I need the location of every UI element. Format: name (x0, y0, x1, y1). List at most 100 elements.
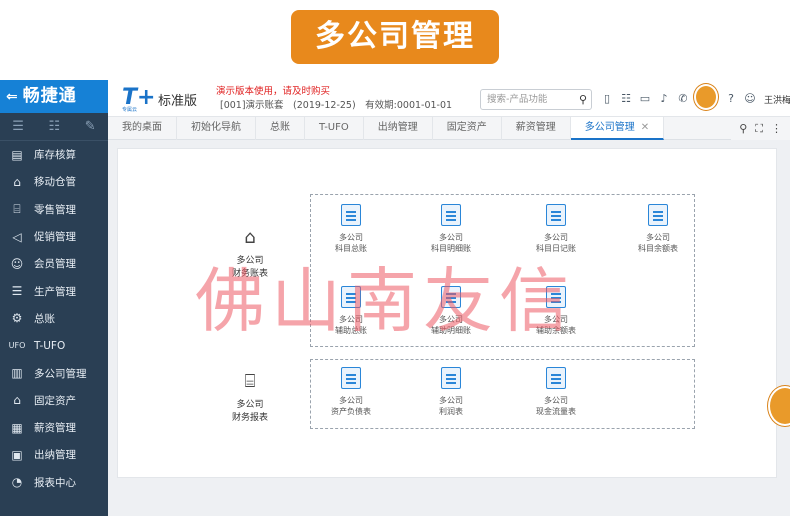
tile-line1: 多公司 (339, 396, 363, 405)
demo-warning[interactable]: 演示版本使用，请及时购买 (216, 83, 330, 97)
tile-line1: 多公司 (544, 315, 568, 324)
screen-icon[interactable]: ▭ (638, 91, 652, 105)
search-icon[interactable]: ⚲ (579, 90, 587, 109)
back-arrow-icon[interactable]: ⇐ (6, 89, 19, 105)
tab-my-desktop[interactable]: 我的桌面 (108, 117, 177, 140)
group-financial-books: ⌂ 多公司 财务账表 (222, 227, 278, 281)
tile-line1: 多公司 (339, 233, 363, 242)
aux-detail-icon (441, 286, 461, 308)
sidebar-item-label: 生产管理 (34, 285, 76, 298)
fixed-asset-icon: ⌂ (13, 393, 21, 408)
sidebar-item-general-ledger[interactable]: ⚙ 总账 (0, 305, 108, 332)
tile-line1: 多公司 (339, 315, 363, 324)
report-center-icon: ◔ (11, 475, 23, 490)
salary-icon: ▦ (11, 420, 23, 435)
retail-icon: ⌸ (13, 201, 21, 216)
tile-balance-sheet[interactable]: 多公司 资产负债表 (311, 367, 391, 417)
tile-subject-balance[interactable]: 多公司 科目余额表 (618, 204, 698, 254)
brand-bar[interactable]: ⇐ 畅捷通 (0, 80, 108, 113)
calculator-icon[interactable]: ▯ (600, 91, 614, 105)
tile-line2: 辅助余额表 (536, 326, 576, 335)
sidebar-item-multi-company[interactable]: ▥ 多公司管理 (0, 359, 108, 386)
ledger-icon: ⚙ (11, 311, 23, 326)
search-input[interactable]: 搜索-产品功能 ⚲ (480, 89, 592, 110)
tile-line1: 多公司 (439, 315, 463, 324)
phone-icon[interactable]: ✆ (676, 91, 690, 105)
close-icon[interactable]: ✕ (641, 122, 649, 133)
tile-subject-journal[interactable]: 多公司 科目日记账 (516, 204, 596, 254)
tab-t-ufo[interactable]: T-UFO (305, 117, 364, 140)
sidebar: ⇐ 畅捷通 ☰ ☷ ✎ ▤ 库存核算 ⌂ 移动仓管 ⌸ 零售管理 ◁ 促销管理 ☺ 会员管理… (0, 80, 108, 516)
sidebar-item-fixed-assets[interactable]: ⌂ 固定资产 (0, 387, 108, 414)
header-tools: ▯ ☷ ▭ ♪ ✆ (600, 91, 690, 105)
bell-icon[interactable]: ♪ (657, 91, 671, 105)
tile-income-statement[interactable]: 多公司 利润表 (411, 367, 491, 417)
ledger-book-icon (341, 204, 361, 226)
grid-icon[interactable]: ☷ (49, 119, 61, 134)
balance-sheet-report-icon (341, 367, 361, 389)
header-tools-right: ? ☺ (724, 91, 757, 105)
tab-fixed-assets[interactable]: 固定资产 (433, 117, 502, 140)
tile-line2: 现金流量表 (536, 407, 576, 416)
tile-subject-general-ledger[interactable]: 多公司 科目总账 (311, 204, 391, 254)
sidebar-item-label: T-UFO (34, 339, 66, 352)
sidebar-item-mobile-warehouse[interactable]: ⌂ 移动仓管 (0, 168, 108, 195)
more-icon[interactable]: ⋮ (771, 122, 782, 135)
user-name[interactable]: 王洪梅 (764, 93, 790, 106)
sidebar-item-label: 库存核算 (34, 149, 76, 162)
fullscreen-icon[interactable]: ⛶ (755, 122, 763, 136)
tile-aux-balance[interactable]: 多公司 辅助余额表 (516, 286, 596, 336)
menu-icon[interactable]: ☰ (12, 119, 24, 134)
tile-line1: 多公司 (544, 233, 568, 242)
cash-flow-icon (546, 367, 566, 389)
tile-cash-flow[interactable]: 多公司 现金流量表 (516, 367, 596, 417)
sidebar-item-salary[interactable]: ▦ 薪资管理 (0, 414, 108, 441)
tile-subject-detail[interactable]: 多公司 科目明细账 (411, 204, 491, 254)
tile-line1: 多公司 (544, 396, 568, 405)
tile-line2: 利润表 (439, 407, 463, 416)
group-line2: 财务报表 (231, 413, 268, 423)
wallet-icon (341, 286, 361, 308)
sidebar-item-retail[interactable]: ⌸ 零售管理 (0, 196, 108, 223)
sidebar-item-production[interactable]: ☰ 生产管理 (0, 277, 108, 304)
tile-aux-ledger[interactable]: 多公司 辅助总账 (311, 286, 391, 336)
assistant-mascot-icon[interactable] (694, 84, 718, 110)
user-icon[interactable]: ☺ (743, 91, 757, 105)
tab-multi-company[interactable]: 多公司管理 ✕ (570, 117, 665, 140)
checklist-icon[interactable]: ☷ (619, 91, 633, 105)
search-icon[interactable]: ⚲ (739, 122, 747, 135)
tile-line2: 科目明细账 (431, 244, 471, 253)
sidebar-item-report-center[interactable]: ◔ 报表中心 (0, 469, 108, 496)
tab-general-ledger[interactable]: 总账 (256, 117, 305, 140)
edit-icon[interactable]: ✎ (85, 119, 96, 134)
tab-cashier[interactable]: 出纳管理 (364, 117, 433, 140)
tile-line1: 多公司 (646, 233, 670, 242)
sidebar-item-label: 薪资管理 (34, 422, 76, 435)
tile-line1: 多公司 (439, 396, 463, 405)
sidebar-item-label: 会员管理 (34, 258, 76, 271)
tile-line2: 辅助明细账 (431, 326, 471, 335)
sidebar-item-cashier[interactable]: ▣ 出纳管理 (0, 441, 108, 468)
sidebar-toolbar: ☰ ☷ ✎ (0, 113, 108, 141)
tab-salary[interactable]: 薪资管理 (502, 117, 571, 140)
sidebar-item-member[interactable]: ☺ 会员管理 (0, 250, 108, 277)
sidebar-item-label: 总账 (34, 312, 55, 325)
sidebar-item-inventory-accounting[interactable]: ▤ 库存核算 (0, 141, 108, 168)
tile-line2: 科目总账 (335, 244, 367, 253)
tile-line2: 辅助总账 (335, 326, 367, 335)
report-icon: ⌸ (244, 371, 256, 392)
logo-subtitle: 专属云 (122, 107, 138, 113)
tile-line1: 多公司 (439, 233, 463, 242)
tile-aux-detail[interactable]: 多公司 辅助明细账 (411, 286, 491, 336)
sidebar-item-label: 固定资产 (34, 394, 76, 407)
group-financial-reports: ⌸ 多公司 财务报表 (222, 371, 278, 425)
ufo-icon: UFO (8, 341, 26, 351)
tab-init-nav[interactable]: 初始化导航 (177, 117, 256, 140)
sidebar-item-label: 出纳管理 (34, 449, 76, 462)
multi-company-icon: ▥ (11, 366, 23, 381)
sidebar-item-t-ufo[interactable]: UFO T-UFO (0, 332, 108, 359)
journal-icon (546, 204, 566, 226)
sidebar-item-promotion[interactable]: ◁ 促销管理 (0, 223, 108, 250)
group-line2: 财务账表 (231, 269, 268, 279)
help-icon[interactable]: ? (724, 91, 738, 105)
